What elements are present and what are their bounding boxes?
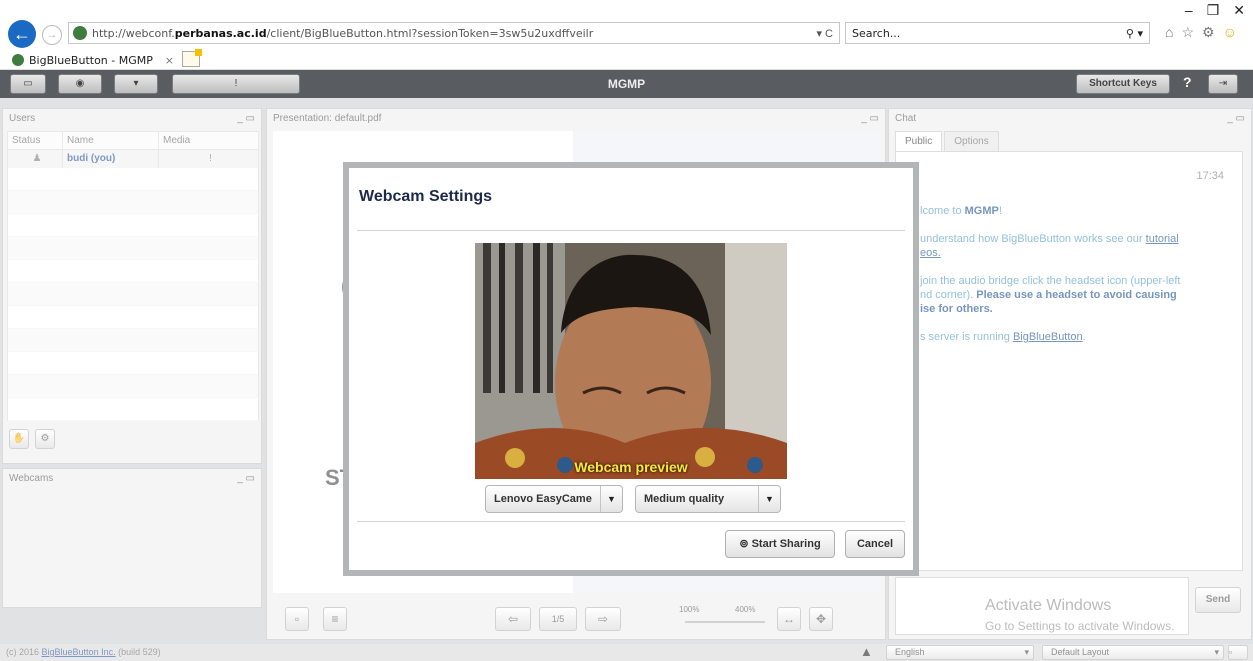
shortcut-keys-button[interactable]: Shortcut Keys	[1076, 74, 1170, 94]
help-button[interactable]: ?	[1183, 74, 1192, 90]
restore-icon[interactable]: ❐	[1207, 2, 1220, 20]
quality-select[interactable]: Medium quality ▼	[635, 485, 781, 513]
webcam-preview-caption: Webcam preview	[574, 459, 688, 475]
url-text[interactable]: http://webconf.perbanas.ac.id/client/Big…	[92, 27, 593, 40]
home-icon[interactable]: ⌂	[1165, 24, 1173, 41]
webcam-settings-dialog: Webcam Settings Webcam preview Lenovo Ea…	[343, 162, 919, 576]
close-icon[interactable]: ✕	[1233, 2, 1245, 20]
cancel-button[interactable]: Cancel	[845, 530, 905, 558]
browser-chrome: – ❐ ✕ ← → http://webconf.perbanas.ac.id/…	[0, 0, 1253, 48]
headset-button[interactable]: ◉	[58, 74, 102, 94]
forward-button[interactable]: →	[42, 25, 62, 45]
browser-tools: ⌂ ☆ ⚙ ☺	[1165, 24, 1237, 41]
mic-status-button[interactable]: !	[172, 74, 300, 94]
tab-bar: BigBlueButton - MGMP ×	[0, 48, 1253, 70]
divider	[357, 230, 905, 231]
desktop-share-button[interactable]: ▭	[10, 74, 46, 94]
tab-title: BigBlueButton - MGMP	[29, 53, 153, 67]
headset-icon: ◉	[75, 78, 85, 89]
chevron-down-icon: ▼	[758, 486, 780, 512]
tab-bigbluebutton[interactable]: BigBlueButton - MGMP ×	[8, 50, 178, 70]
webcam-feed-image	[475, 243, 787, 479]
camera-select[interactable]: Lenovo EasyCame ▼	[485, 485, 623, 513]
address-bar[interactable]: http://webconf.perbanas.ac.id/client/Big…	[68, 22, 840, 44]
tab-close-icon[interactable]: ×	[165, 54, 174, 67]
refresh-icon[interactable]: ▾ C	[816, 27, 833, 40]
webcam-preview: Webcam preview	[475, 243, 787, 479]
start-sharing-button[interactable]: ⊚ Start Sharing	[725, 530, 835, 558]
favorites-icon[interactable]: ☆	[1181, 24, 1194, 41]
monitor-icon: ▭	[23, 78, 33, 89]
search-icon[interactable]: ⚲ ▾	[1126, 27, 1143, 40]
minimize-icon[interactable]: –	[1185, 2, 1193, 20]
tab-favicon-icon	[12, 54, 24, 66]
new-tab-icon[interactable]	[182, 49, 202, 67]
back-button[interactable]: ←	[8, 20, 36, 48]
mic-icon: !	[234, 78, 238, 89]
app-toolbar: MGMP ▭ ◉ ▾ ! Shortcut Keys ? ⇥	[0, 70, 1253, 98]
logout-button[interactable]: ⇥	[1208, 74, 1238, 94]
search-input[interactable]: Search... ⚲ ▾	[845, 22, 1150, 44]
feedback-icon[interactable]: ☺	[1223, 24, 1237, 41]
divider	[357, 521, 905, 522]
settings-icon[interactable]: ⚙	[1202, 24, 1215, 41]
window-controls: – ❐ ✕	[1185, 2, 1245, 20]
webcam-button[interactable]: ▾	[114, 74, 158, 94]
site-favicon-icon	[73, 26, 87, 40]
dialog-title: Webcam Settings	[359, 188, 493, 205]
logout-icon: ⇥	[1218, 78, 1228, 89]
webcam-icon: ⊚	[739, 538, 749, 550]
webcam-icon: ▾	[133, 78, 139, 89]
chevron-down-icon: ▼	[600, 486, 622, 512]
